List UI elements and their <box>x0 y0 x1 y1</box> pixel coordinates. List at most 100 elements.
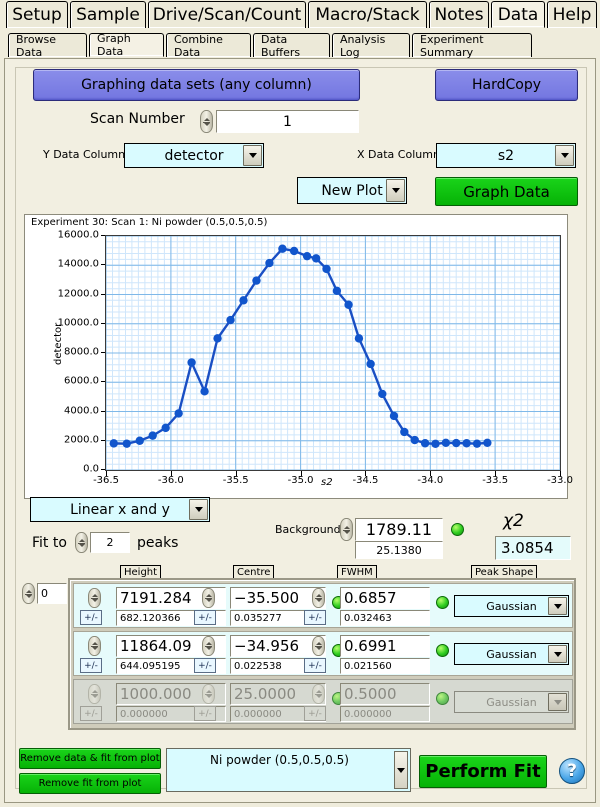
data-point-marker <box>400 427 409 437</box>
background-label: Background <box>275 523 341 536</box>
application-window: Setup Sample Drive/Scan/Count Macro/Stack No… <box>0 0 600 807</box>
data-point-marker <box>344 300 353 309</box>
perform-fit-button[interactable]: Perform Fit <box>419 755 547 788</box>
plot-title: Experiment 30: Scan 1: Ni powder (0.5,0.… <box>31 217 268 228</box>
peak-shape-select[interactable]: Gaussian <box>454 595 569 617</box>
peak-height-spinner[interactable] <box>88 588 101 608</box>
chevron-down-icon[interactable] <box>555 145 574 166</box>
main-tab-bar: Setup Sample Drive/Scan/Count Macro/Stack No… <box>0 0 600 30</box>
peaks-count-spinner[interactable] <box>75 532 88 553</box>
peak-fwhm-plusminus-button[interactable]: +/- <box>304 658 326 673</box>
peak-fwhm-enable-led[interactable] <box>436 692 449 705</box>
main-tab-data[interactable]: Data <box>491 1 545 28</box>
data-point-marker <box>148 431 157 440</box>
sub-tab-bar: Browse Data Graph Data Combine Data Data Bu… <box>0 30 600 60</box>
fit-to-label: Fit to <box>32 535 67 551</box>
background-spinner[interactable] <box>340 518 353 541</box>
x-data-column-select[interactable]: s2 <box>436 143 576 168</box>
chevron-down-icon[interactable] <box>243 145 262 166</box>
background-value-field[interactable]: 1789.11 <box>355 518 443 541</box>
peak-centre-plusminus-button[interactable]: +/- <box>194 658 216 673</box>
x-tick-label: -33.0 <box>547 475 573 486</box>
peak-parameters-table: 7191.284 +/- 682.120366 −35.500 +/- 0.035277 0… <box>68 578 576 730</box>
peak-shape-select: Gaussian <box>454 691 569 713</box>
scan-number-field[interactable]: 1 <box>216 110 359 133</box>
peak-fwhm-spinner <box>312 684 325 704</box>
data-point-marker <box>289 246 299 256</box>
y-data-column-select[interactable]: detector <box>124 143 264 168</box>
remove-fit-button[interactable]: Remove fit from plot <box>19 773 161 794</box>
chevron-down-icon[interactable] <box>189 499 208 520</box>
background-status-led[interactable] <box>451 523 464 536</box>
y-tick-label: 14000.0 <box>57 258 99 270</box>
graph-data-button[interactable]: Graph Data <box>435 177 578 206</box>
main-tab-macro-stack[interactable]: Macro/Stack <box>308 1 427 28</box>
peak-index-spinner[interactable] <box>22 583 35 604</box>
x-tick-label: -36.0 <box>157 475 184 486</box>
sub-tab-browse-data[interactable]: Browse Data <box>8 33 87 59</box>
x-tick-label: -34.5 <box>352 475 379 486</box>
hardcopy-button[interactable]: HardCopy <box>435 69 578 101</box>
sub-tab-graph-data[interactable]: Graph Data <box>89 32 164 58</box>
x-tick-label: -33.5 <box>482 475 509 486</box>
y-data-column-label: Y Data Column <box>43 148 126 161</box>
scale-mode-select[interactable]: Linear x and y <box>30 497 210 522</box>
peak-centre-spinner[interactable] <box>202 588 215 608</box>
y-tick-label: 4000.0 <box>64 405 99 416</box>
peak-fwhm-spinner[interactable] <box>312 636 325 656</box>
peak-fwhm-value[interactable]: 0.6857 <box>340 587 430 609</box>
chevron-down-icon[interactable] <box>386 179 405 202</box>
sub-tab-analysis-log[interactable]: Analysis Log <box>332 33 410 59</box>
sub-tab-experiment-summary[interactable]: Experiment Summary <box>412 33 532 59</box>
plot-area[interactable] <box>105 235 561 471</box>
peak-centre-plusminus-button[interactable]: +/- <box>194 610 216 625</box>
plot-mode-select[interactable]: New Plot <box>297 177 407 204</box>
plot-container: Experiment 30: Scan 1: Ni powder (0.5,0.… <box>24 214 573 499</box>
chevron-down-icon[interactable] <box>548 597 567 615</box>
chevron-down-icon[interactable] <box>548 645 567 663</box>
main-tab-drive-scan-count[interactable]: Drive/Scan/Count <box>148 1 306 28</box>
peak-fwhm-value[interactable]: 0.6991 <box>340 635 430 657</box>
sub-tab-combine-data[interactable]: Combine Data <box>166 33 251 59</box>
main-tab-sample[interactable]: Sample <box>70 1 146 28</box>
chevron-down-icon[interactable] <box>394 751 408 789</box>
main-tab-notes[interactable]: Notes <box>429 1 489 28</box>
peak-row[interactable]: 7191.284 +/- 682.120366 −35.500 +/- 0.035277 0… <box>73 583 573 628</box>
graphing-banner-button[interactable]: Graphing data sets (any column) <box>33 69 360 101</box>
peak-height-plusminus-button[interactable]: +/- <box>80 658 102 673</box>
peak-fwhm-plusminus-button: +/- <box>304 706 326 721</box>
remove-data-and-fit-button[interactable]: Remove data & fit from plot <box>19 748 161 769</box>
y-data-column-value: detector <box>164 147 224 164</box>
peak-shape-select[interactable]: Gaussian <box>454 643 569 665</box>
x-tick-mark <box>365 471 367 476</box>
peak-row[interactable]: 1000.000 +/- 0.000000 25.0000 +/- 0.000000 0.5… <box>73 679 573 724</box>
peak-fwhm-enable-led[interactable] <box>436 644 449 657</box>
background-error-field: 25.1380 <box>355 541 443 559</box>
peak-height-spinner[interactable] <box>88 636 101 656</box>
peak-index-field[interactable]: 0 <box>37 583 67 604</box>
chevron-down-icon <box>548 693 567 711</box>
plot-y-axis-label: detector <box>53 322 64 365</box>
peak-centre-spinner[interactable] <box>202 636 215 656</box>
x-tick-label: -36.5 <box>93 475 119 486</box>
peak-row[interactable]: 11864.09 +/- 644.095195 −34.956 +/- 0.022538 0… <box>73 631 573 676</box>
peak-fwhm-spinner[interactable] <box>312 588 325 608</box>
y-tick-label: 12000.0 <box>57 288 99 299</box>
peak-centre-spinner <box>202 684 215 704</box>
help-button[interactable]: ? <box>559 758 585 784</box>
peak-height-plusminus-button[interactable]: +/- <box>80 610 102 625</box>
peaks-count-field[interactable]: 2 <box>90 532 130 553</box>
peak-fwhm-plusminus-button[interactable]: +/- <box>304 610 326 625</box>
plot-svg <box>106 236 560 470</box>
dataset-listbox[interactable]: Ni powder (0.5,0.5,0.5) <box>166 748 411 792</box>
data-point-marker <box>431 439 440 449</box>
peak-shape-value: Gaussian <box>486 695 537 709</box>
main-tab-setup[interactable]: Setup <box>6 1 68 28</box>
peak-fwhm-enable-led[interactable] <box>436 596 449 609</box>
main-tab-help[interactable]: Help <box>547 1 597 28</box>
x-tick-mark <box>495 471 497 476</box>
data-point-marker <box>239 296 248 305</box>
sub-tab-data-buffers[interactable]: Data Buffers <box>253 33 330 59</box>
column-header-fwhm: FWHM <box>337 565 377 579</box>
scan-number-spinner[interactable] <box>200 110 213 133</box>
